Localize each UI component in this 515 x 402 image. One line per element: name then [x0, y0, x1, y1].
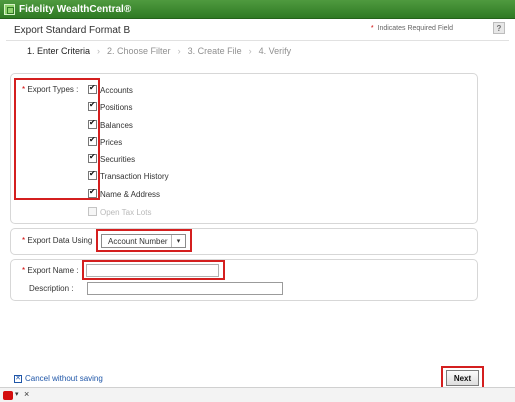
checkbox-transaction-history[interactable]: [88, 169, 97, 180]
checkbox-open-tax-lots: [88, 207, 97, 216]
checkbox-securities[interactable]: [88, 152, 97, 163]
checkbox-name-address[interactable]: [88, 187, 97, 198]
export-data-using-label: * Export Data Using: [22, 236, 92, 245]
page-title: Export Standard Format B: [14, 25, 131, 36]
export-name-label-text: Export Name :: [27, 266, 79, 275]
checkbox-securities-label: Securities: [100, 155, 136, 164]
export-data-using-select[interactable]: Account Number ▾: [101, 234, 186, 248]
checkbox-prices[interactable]: [88, 135, 97, 146]
required-star: *: [370, 25, 374, 32]
wizard-steps: 1. Enter Criteria › 2. Choose Filter › 3…: [27, 46, 291, 56]
checkbox-transaction-history-label: Transaction History: [100, 172, 169, 181]
description-label: Description :: [29, 284, 74, 293]
required-star: *: [22, 266, 26, 275]
export-name-input[interactable]: [86, 264, 219, 277]
required-star: *: [22, 236, 26, 245]
step-choose-filter: 2. Choose Filter: [107, 46, 171, 56]
fidelity-logo-icon: [4, 3, 15, 15]
checkbox-positions[interactable]: [88, 100, 97, 111]
export-name-label: * Export Name :: [22, 266, 79, 275]
app-title: Fidelity WealthCentral®: [19, 3, 132, 15]
checkbox-positions-label: Positions: [100, 103, 133, 112]
checkbox-open-tax-lots-label: Open Tax Lots: [100, 208, 152, 217]
help-icon[interactable]: ?: [493, 22, 505, 34]
step-enter-criteria: 1. Enter Criteria: [27, 46, 91, 56]
cancel-without-saving-label: Cancel without saving: [25, 374, 103, 383]
browser-bottom-bar: ▾ ×: [0, 387, 515, 402]
step-create-file: 3. Create File: [187, 46, 242, 56]
stop-icon[interactable]: [3, 391, 13, 400]
required-field-note: * Indicates Required Field: [371, 25, 453, 32]
cancel-x-icon: ✕: [14, 374, 22, 383]
checkbox-balances-label: Balances: [100, 121, 133, 130]
chevron-right-icon: ›: [177, 46, 181, 56]
chevron-down-icon[interactable]: ▾: [15, 390, 19, 398]
export-data-using-label-text: Export Data Using: [27, 236, 93, 245]
description-input[interactable]: [87, 282, 283, 295]
dropdown-arrow-icon[interactable]: ▾: [171, 235, 185, 247]
page-header: Export Standard Format B * Indicates Req…: [6, 19, 509, 41]
close-icon[interactable]: ×: [24, 389, 29, 399]
export-data-using-value: Account Number: [108, 236, 168, 246]
checkbox-balances[interactable]: [88, 118, 97, 129]
next-button[interactable]: Next: [446, 370, 479, 386]
checkbox-prices-label: Prices: [100, 138, 123, 147]
title-bar: Fidelity WealthCentral®: [0, 0, 515, 19]
chevron-right-icon: ›: [97, 46, 101, 56]
required-field-note-text: Indicates Required Field: [377, 25, 454, 32]
checkbox-name-address-label: Name & Address: [100, 190, 161, 199]
chevron-right-icon: ›: [248, 46, 252, 56]
checkbox-accounts[interactable]: [88, 83, 97, 94]
step-verify: 4. Verify: [258, 46, 292, 56]
cancel-without-saving-link[interactable]: ✕ Cancel without saving: [14, 374, 103, 383]
checkbox-accounts-label: Accounts: [100, 86, 133, 95]
